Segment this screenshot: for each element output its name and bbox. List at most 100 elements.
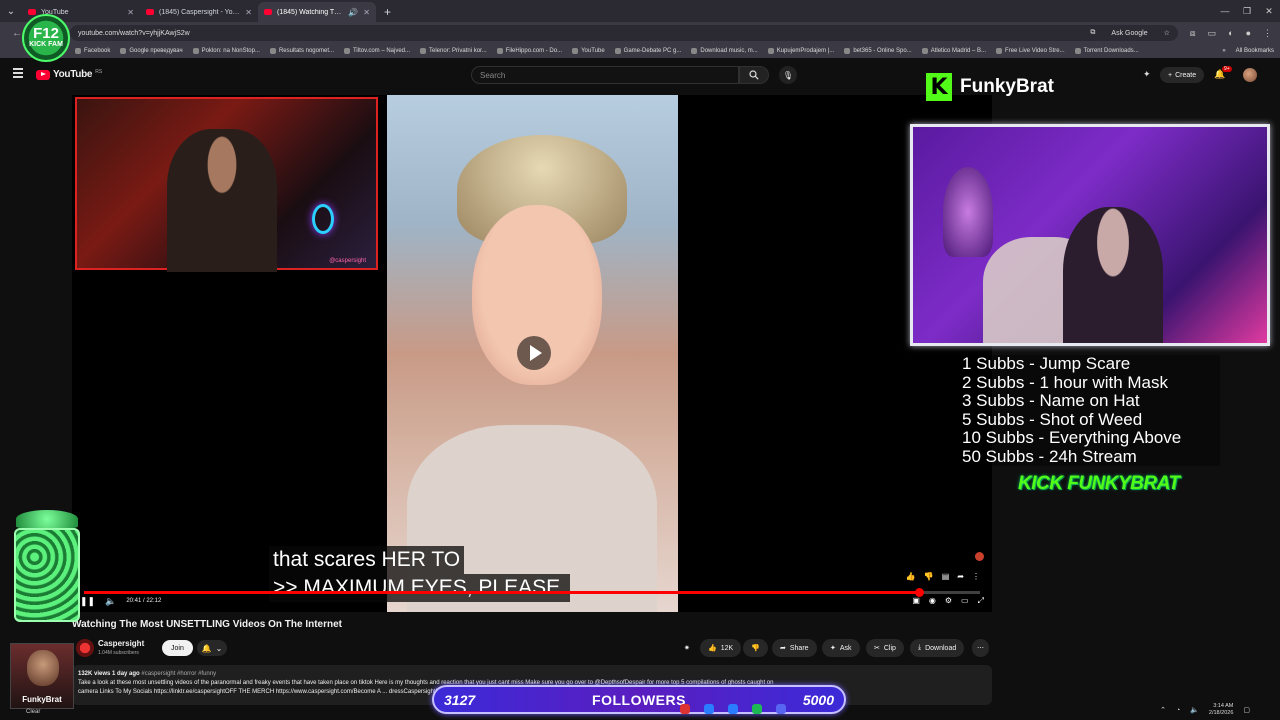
- bookmark-item[interactable]: bet365 - Online Spo...: [839, 48, 916, 54]
- profile-icon[interactable]: ●: [1246, 28, 1251, 39]
- cast-icon[interactable]: ✦: [1143, 69, 1151, 80]
- user-avatar[interactable]: [1243, 68, 1257, 82]
- bookmark-item[interactable]: Google преведувач: [115, 48, 187, 54]
- window-controls: — ❐ ✕: [1214, 0, 1280, 22]
- ask-label: Ask: [839, 644, 852, 652]
- channel-avatar[interactable]: [76, 639, 94, 657]
- microphone-icon[interactable]: 🎙: [779, 66, 797, 84]
- tab-close-icon[interactable]: ✕: [245, 8, 252, 17]
- spotify-icon[interactable]: [752, 704, 762, 714]
- dislike-icon[interactable]: 👎: [924, 572, 934, 581]
- discord-icon[interactable]: [776, 704, 786, 714]
- bookmark-item[interactable]: KupujemProdajem |...: [763, 48, 840, 54]
- subtitles-icon[interactable]: ▣: [912, 596, 920, 606]
- comments-icon[interactable]: ▤: [942, 572, 950, 581]
- minimize-icon[interactable]: —: [1214, 0, 1236, 22]
- all-bookmarks[interactable]: » All Bookmarks: [1222, 44, 1274, 58]
- search-button[interactable]: [739, 66, 769, 84]
- menu-dots-icon[interactable]: ⋮: [1263, 28, 1272, 39]
- ask-google-button[interactable]: Ask Google: [1105, 28, 1154, 38]
- bookmark-item[interactable]: Atletico Madrid – B...: [917, 48, 991, 54]
- volume-tray-icon[interactable]: 🔈: [1190, 706, 1199, 714]
- youtube-logo[interactable]: YouTube RS: [36, 69, 102, 80]
- volume-icon[interactable]: 🔈: [105, 596, 116, 607]
- bookmark-item[interactable]: Free Live Video Stre...: [991, 48, 1070, 54]
- bookmark-item[interactable]: Resultats nogomet...: [265, 48, 339, 54]
- channel-watermark-icon[interactable]: [975, 552, 984, 561]
- install-icon[interactable]: ⧉: [1090, 29, 1095, 37]
- cam-watermark: @caspersight: [329, 258, 366, 264]
- more-dots-icon: ⋯: [977, 645, 984, 652]
- play-icon[interactable]: [517, 336, 551, 370]
- new-tab-button[interactable]: +: [376, 2, 399, 22]
- bookmark-item[interactable]: Game-Debate PC g...: [610, 48, 687, 54]
- share-icon[interactable]: ➦: [957, 572, 964, 581]
- notifications-tray-icon[interactable]: ▢: [1243, 706, 1250, 714]
- share-button[interactable]: ➦ Share: [772, 639, 817, 657]
- kick-logo-icon: K: [926, 73, 952, 101]
- close-window-icon[interactable]: ✕: [1258, 0, 1280, 22]
- extension-icon[interactable]: ⧈: [1190, 28, 1196, 39]
- speaker-icon[interactable]: 🔊: [348, 8, 358, 17]
- bookmark-item[interactable]: Download music, m...: [686, 48, 762, 54]
- taskbar-app-icon[interactable]: [728, 704, 738, 714]
- subscribed-bell-button[interactable]: 🔔 ⌄: [197, 640, 227, 656]
- tab-close-icon[interactable]: ✕: [127, 8, 134, 17]
- tab-title: (1845) Watching The Most: [277, 8, 343, 16]
- ask-button[interactable]: ✦ Ask: [822, 639, 860, 657]
- youtube-favicon-icon: [264, 9, 272, 15]
- share-icon: ➦: [780, 645, 786, 652]
- more-actions-button[interactable]: ⋯: [972, 639, 989, 657]
- clip-button[interactable]: ✂ Clip: [866, 639, 904, 657]
- taskbar-icons: [680, 704, 786, 714]
- like-icon[interactable]: 👍: [906, 572, 916, 581]
- url-field[interactable]: youtube.com/watch?v=yhjjKAwjS2w ⧉ Ask Go…: [70, 25, 1178, 41]
- youtube-wordmark: YouTube: [53, 69, 93, 80]
- clock-date: 2/18/2026: [1208, 710, 1234, 716]
- taskbar-app-icon[interactable]: [704, 704, 714, 714]
- more-icon[interactable]: ⋮: [972, 572, 980, 581]
- fullscreen-icon[interactable]: ⤢: [978, 596, 984, 606]
- settings-gear-icon[interactable]: ⚙: [945, 596, 952, 606]
- taskbar-app-icon[interactable]: [680, 704, 690, 714]
- clock-time: 3:14 AM: [1213, 703, 1234, 709]
- hamburger-menu-icon[interactable]: [13, 68, 23, 78]
- bookmark-item[interactable]: Torrent Downloads...: [1070, 48, 1144, 54]
- like-button[interactable]: 👍 12K: [700, 639, 742, 657]
- search-input[interactable]: Search: [471, 66, 739, 84]
- browser-tab-active[interactable]: (1845) Watching The Most 🔊 ✕: [258, 2, 376, 22]
- wifi-icon[interactable]: ◔: [1176, 707, 1180, 714]
- tab-close-icon[interactable]: ✕: [363, 8, 370, 17]
- dislike-button[interactable]: 👎: [743, 639, 768, 657]
- bookmark-item[interactable]: Telenor: Privatni kor...: [415, 48, 492, 54]
- youtube-play-logo-icon: [36, 69, 50, 80]
- autoplay-icon[interactable]: ◉: [929, 596, 936, 606]
- bookmark-item[interactable]: YouTube: [567, 48, 610, 54]
- followers-goal: 5000: [802, 691, 834, 708]
- tab-search-icon[interactable]: ⌄: [0, 0, 22, 22]
- miniplayer-icon[interactable]: ▭: [961, 596, 969, 606]
- join-button[interactable]: Join: [162, 640, 193, 656]
- extension-icon[interactable]: ◐: [1228, 28, 1233, 39]
- bookmark-item[interactable]: Poklon: na NonStop...: [188, 48, 265, 54]
- download-button[interactable]: ⤓ Download: [910, 639, 965, 657]
- thumbs-down-icon: 👎: [751, 645, 760, 652]
- jar-body: [14, 528, 80, 622]
- search-icon: [749, 70, 759, 80]
- create-button[interactable]: + Create: [1160, 67, 1205, 83]
- video-player[interactable]: @caspersight that scares HER TO >> MAXIM…: [72, 95, 992, 612]
- browser-tab[interactable]: (1845) Caspersight - YouTube ✕: [140, 2, 258, 22]
- channel-name[interactable]: Caspersight: [98, 639, 144, 648]
- all-bookmarks-label: All Bookmarks: [1235, 48, 1274, 54]
- extension-icon[interactable]: ▭: [1208, 28, 1217, 39]
- bookmark-item[interactable]: FileHippo.com - Do...: [492, 48, 567, 54]
- restore-icon[interactable]: ❐: [1236, 0, 1258, 22]
- download-icon: ⤓: [918, 644, 922, 651]
- bookmark-star-icon[interactable]: ☆: [1164, 29, 1170, 37]
- chevron-up-icon[interactable]: ⌃: [1160, 706, 1166, 714]
- clock[interactable]: 3:14 AM 2/18/2026: [1209, 703, 1233, 717]
- pause-icon[interactable]: ❚❚: [80, 596, 95, 607]
- ai-sparkle-icon[interactable]: ✷: [684, 639, 690, 657]
- bookmark-item[interactable]: Tiltov.com – Najved...: [339, 48, 415, 54]
- bookmark-item[interactable]: Facebook: [70, 48, 115, 54]
